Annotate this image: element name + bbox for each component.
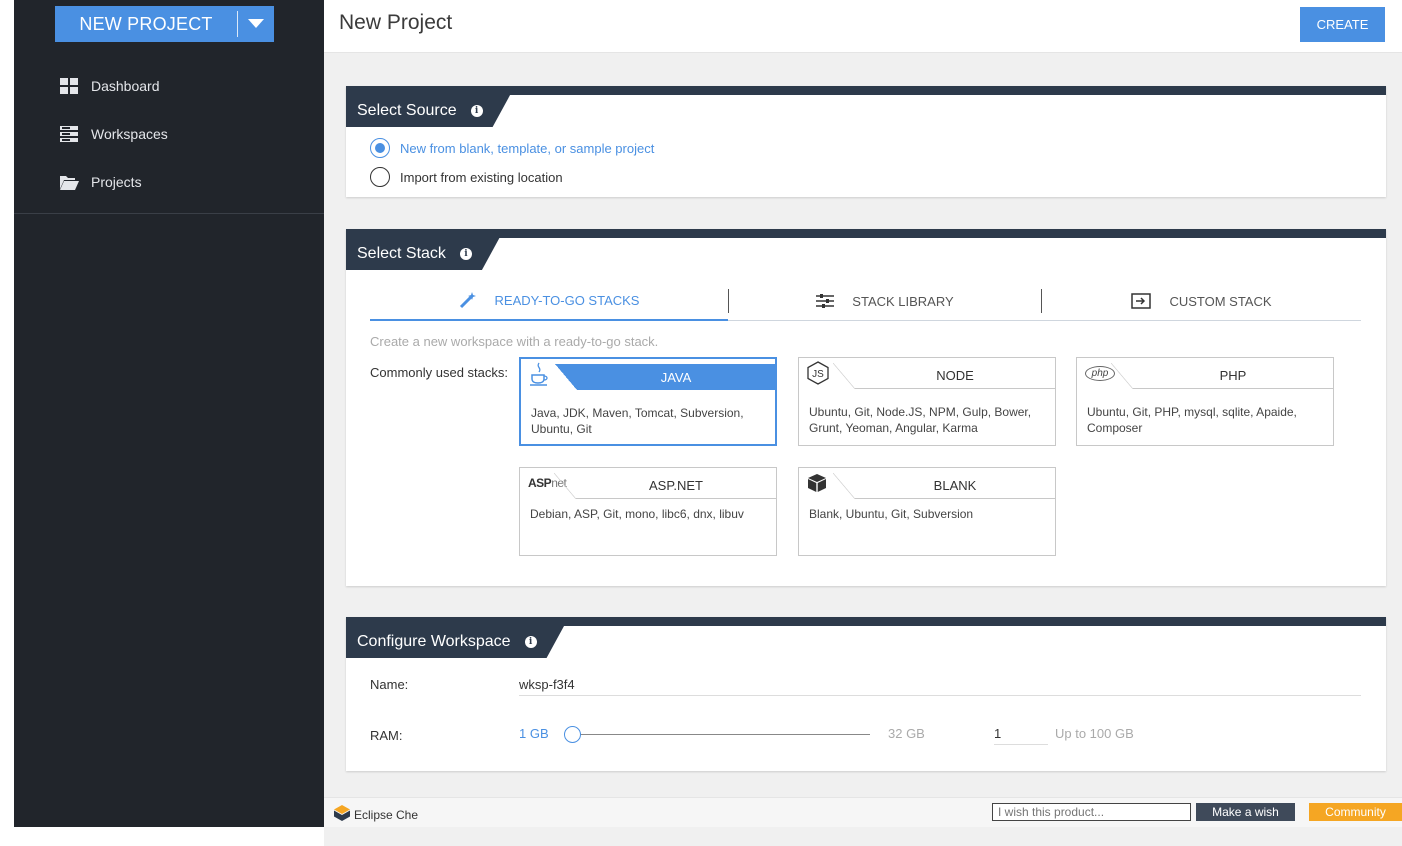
tab-custom-stack[interactable]: CUSTOM STACK (1042, 281, 1361, 321)
stack-card-java[interactable]: JAVA Java, JDK, Maven, Tomcat, Subversio… (519, 357, 777, 446)
wish-input[interactable] (992, 803, 1191, 821)
source-option-import[interactable]: Import from existing location (370, 167, 563, 187)
info-icon[interactable]: i (471, 105, 483, 117)
create-button[interactable]: CREATE (1300, 7, 1385, 42)
card-header: php PHP (1077, 358, 1333, 389)
stack-card-blank[interactable]: BLANK Blank, Ubuntu, Git, Subversion (798, 467, 1056, 556)
new-project-button[interactable]: NEW PROJECT (55, 6, 274, 42)
ram-min-label: 1 GB (519, 726, 549, 741)
source-option-label: Import from existing location (400, 169, 563, 185)
sidebar-item-projects[interactable]: Projects (14, 158, 324, 206)
card-description: Ubuntu, Git, Node.JS, NPM, Gulp, Bower, … (809, 405, 1032, 435)
select-source-title: Select Source (357, 101, 457, 119)
stack-tabs: READY-TO-GO STACKS STACK LIBRARY CUSTOM … (370, 281, 1361, 321)
new-project-label: NEW PROJECT (79, 13, 213, 34)
info-icon[interactable]: i (525, 636, 537, 648)
folder-icon (59, 173, 79, 191)
ram-max-label: 32 GB (888, 726, 925, 741)
source-option-new[interactable]: New from blank, template, or sample proj… (370, 138, 654, 158)
card-title: NODE (833, 363, 1055, 389)
panel-title: Select Source i (346, 94, 511, 127)
sidebar-item-workspaces[interactable]: Workspaces (14, 110, 324, 158)
workspace-name-input[interactable] (519, 674, 1361, 696)
sidebar-nav: Dashboard Workspaces Projects (14, 62, 324, 214)
dashboard-icon (59, 77, 79, 95)
tab-label: CUSTOM STACK (1169, 293, 1272, 309)
workspaces-icon (59, 125, 79, 143)
stack-card-php[interactable]: php PHP Ubuntu, Git, PHP, mysql, sqlite,… (1076, 357, 1334, 446)
radio-button[interactable] (370, 167, 390, 187)
sidebar-item-label: Projects (91, 174, 142, 190)
magic-wand-icon (459, 291, 477, 309)
tab-label: STACK LIBRARY (852, 293, 954, 309)
panel-title: Select Stack i (346, 237, 500, 270)
configure-workspace-panel: Configure Workspace i Name: RAM: 1 GB 32… (346, 617, 1386, 771)
card-title: JAVA (555, 364, 775, 390)
make-a-wish-button[interactable]: Make a wish (1196, 803, 1295, 821)
ram-slider-thumb[interactable] (564, 726, 581, 743)
stack-card-node[interactable]: JS NODE Ubuntu, Git, Node.JS, NPM, Gulp,… (798, 357, 1056, 446)
card-description: Debian, ASP, Git, mono, libc6, dnx, libu… (530, 507, 744, 521)
select-stack-panel: Select Stack i READY-TO-GO STACKS STACK … (346, 229, 1386, 586)
card-header: JS NODE (799, 358, 1055, 389)
footer: Eclipse Che Make a wish Community (324, 797, 1402, 827)
sidebar: NEW PROJECT Dashboard Workspaces Project… (14, 0, 324, 827)
community-button[interactable]: Community (1309, 803, 1402, 821)
stack-hint: Create a new workspace with a ready-to-g… (370, 334, 659, 349)
tab-ready-to-go-stacks[interactable]: READY-TO-GO STACKS (370, 281, 728, 321)
tab-stack-library[interactable]: STACK LIBRARY (729, 281, 1041, 321)
ram-value-input[interactable] (994, 723, 1048, 745)
sidebar-item-dashboard[interactable]: Dashboard (14, 62, 324, 110)
card-title: PHP (1111, 363, 1333, 389)
tab-label: READY-TO-GO STACKS (494, 292, 640, 308)
source-option-label: New from blank, template, or sample proj… (400, 140, 655, 156)
ram-hint: Up to 100 GB (1055, 726, 1134, 741)
name-label: Name: (370, 677, 409, 692)
page-title: New Project (339, 11, 453, 34)
select-stack-title: Select Stack (357, 244, 446, 262)
sidebar-item-label: Workspaces (91, 126, 168, 142)
card-description: Blank, Ubuntu, Git, Subversion (809, 507, 974, 521)
card-header: ASPnet ASP.NET (520, 468, 776, 499)
import-icon (1131, 293, 1152, 309)
card-header: BLANK (799, 468, 1055, 499)
panel-title: Configure Workspace i (346, 625, 565, 658)
card-description: Ubuntu, Git, PHP, mysql, sqlite, Apaide,… (1087, 405, 1297, 435)
card-header: JAVA (521, 359, 775, 390)
common-stacks-label: Commonly used stacks: (370, 365, 508, 380)
sidebar-item-label: Dashboard (91, 78, 160, 94)
radio-button[interactable] (370, 138, 390, 158)
ram-slider-track[interactable] (573, 734, 870, 735)
stack-card-aspnet[interactable]: ASPnet ASP.NET Debian, ASP, Git, mono, l… (519, 467, 777, 556)
ram-label: RAM: (370, 728, 403, 743)
brand[interactable]: Eclipse Che (333, 804, 418, 825)
chevron-down-icon[interactable] (238, 19, 274, 29)
svg-text:JS: JS (812, 369, 824, 380)
che-logo-icon (333, 804, 351, 825)
brand-name: Eclipse Che (354, 807, 419, 822)
sliders-icon (816, 293, 835, 309)
select-source-panel: Select Source i New from blank, template… (346, 86, 1386, 197)
card-title: BLANK (833, 473, 1055, 499)
card-description: Java, JDK, Maven, Tomcat, Subversion, Ub… (531, 406, 744, 436)
top-bar: New Project CREATE (324, 0, 1402, 53)
configure-workspace-title: Configure Workspace (357, 632, 511, 650)
info-icon[interactable]: i (460, 248, 472, 260)
aspnet-logo-bold: ASP (528, 476, 552, 490)
card-title: ASP.NET (554, 473, 776, 499)
main-content: New Project CREATE Select Source i New f… (324, 0, 1402, 846)
